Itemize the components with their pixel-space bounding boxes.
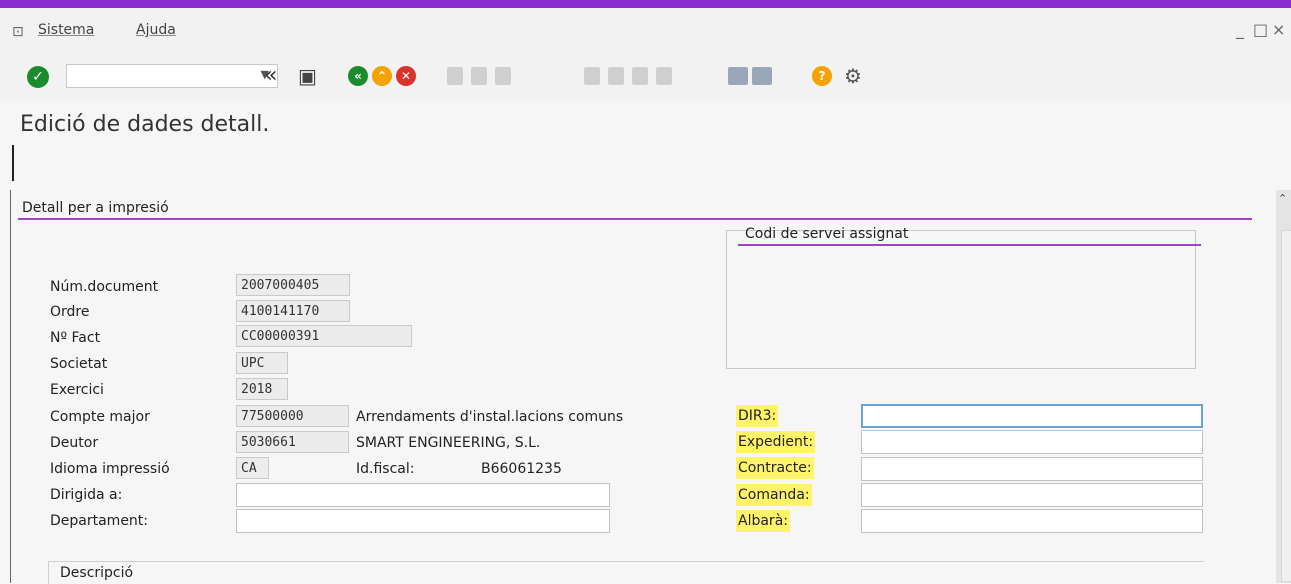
- window-top-accent: [0, 0, 1291, 8]
- text-deutor-desc: SMART ENGINEERING, S.L.: [356, 435, 541, 451]
- albara-input[interactable]: [861, 509, 1203, 533]
- toolbar: ✓ ▼ « ▣ « ⌃ ✕ ? ⚙: [0, 58, 1291, 100]
- text-cursor: [12, 145, 14, 181]
- value-societat: UPC: [236, 352, 288, 374]
- label-dir3: DIR3:: [736, 405, 779, 427]
- menu-item-sistema[interactable]: Sistema: [38, 22, 94, 38]
- command-field[interactable]: ▼: [66, 64, 278, 88]
- service-divider: [738, 244, 1201, 246]
- label-contracte: Contracte:: [736, 457, 814, 479]
- find-icon[interactable]: [471, 67, 487, 85]
- expedient-input[interactable]: [861, 430, 1203, 454]
- next-page-icon[interactable]: [632, 67, 648, 85]
- value-ordre: 4100141170: [236, 300, 350, 322]
- group-title-descripcio: Descripció: [60, 565, 134, 581]
- value-exercici: 2018: [236, 378, 288, 400]
- back-icon[interactable]: «: [348, 66, 368, 86]
- value-idioma: CA: [236, 457, 269, 479]
- label-ordre: Ordre: [50, 304, 90, 320]
- save-icon[interactable]: ▣: [298, 64, 317, 88]
- label-dirigida: Dirigida a:: [50, 487, 123, 503]
- label-n-fact: Nº Fact: [50, 330, 101, 346]
- exit-icon[interactable]: ⌃: [372, 66, 392, 86]
- dir3-input[interactable]: [861, 404, 1203, 428]
- menu-bar: ⊡ Sistema Ajuda _ □ ×: [0, 8, 1291, 58]
- contracte-input[interactable]: [861, 457, 1203, 481]
- label-albara: Albarà:: [736, 510, 790, 532]
- minimize-icon[interactable]: _: [1236, 20, 1244, 39]
- last-page-icon[interactable]: [656, 67, 672, 85]
- menu-popout-icon[interactable]: ⊡: [12, 24, 24, 40]
- label-exercici: Exercici: [50, 382, 104, 398]
- description-box: [48, 561, 1204, 584]
- comanda-input[interactable]: [861, 483, 1203, 507]
- departament-input[interactable]: [236, 509, 610, 533]
- label-comanda: Comanda:: [736, 484, 812, 506]
- page-title: Edició de dades detall.: [20, 112, 270, 137]
- dirigida-input[interactable]: [236, 483, 610, 507]
- new-session-icon[interactable]: [728, 67, 748, 85]
- create-shortcut-icon[interactable]: [752, 67, 772, 85]
- scroll-thumb[interactable]: [1281, 230, 1291, 582]
- group-title-servei: Codi de servei assignat: [745, 226, 909, 242]
- label-idfiscal: Id.fiscal:: [356, 461, 415, 477]
- first-page-icon[interactable]: [584, 67, 600, 85]
- double-chevron-left-icon[interactable]: «: [264, 64, 277, 88]
- label-societat: Societat: [50, 356, 108, 372]
- settings-gear-icon[interactable]: ⚙: [844, 64, 862, 88]
- title-area: Edició de dades detall.: [0, 100, 1291, 140]
- label-deutor: Deutor: [50, 435, 99, 451]
- find-next-icon[interactable]: [495, 67, 511, 85]
- group-title-detall: Detall per a impresió: [22, 200, 169, 216]
- text-compte-desc: Arrendaments d'instal.lacions comuns: [356, 409, 624, 425]
- label-idioma: Idioma impressió: [50, 461, 170, 477]
- label-compte-major: Compte major: [50, 409, 150, 425]
- help-icon[interactable]: ?: [812, 66, 832, 86]
- label-departament: Departament:: [50, 513, 149, 529]
- close-window-icon[interactable]: ×: [1272, 20, 1285, 39]
- value-compte-major: 77500000: [236, 405, 349, 427]
- group-divider: [18, 218, 1252, 220]
- value-deutor: 5030661: [236, 431, 349, 453]
- menu-item-ajuda[interactable]: Ajuda: [136, 22, 176, 38]
- service-code-box: [726, 230, 1196, 369]
- enter-check-icon[interactable]: ✓: [27, 66, 49, 88]
- value-idfiscal: B66061235: [481, 461, 562, 477]
- scroll-up-icon[interactable]: ⌃: [1278, 192, 1287, 205]
- maximize-icon[interactable]: □: [1253, 20, 1268, 39]
- print-icon[interactable]: [447, 67, 463, 85]
- label-num-document: Núm.document: [50, 279, 159, 295]
- value-n-fact: CC00000391: [236, 325, 412, 347]
- cancel-icon[interactable]: ✕: [396, 66, 416, 86]
- previous-page-icon[interactable]: [608, 67, 624, 85]
- label-expedient: Expedient:: [736, 431, 816, 453]
- value-num-document: 2007000405: [236, 274, 350, 296]
